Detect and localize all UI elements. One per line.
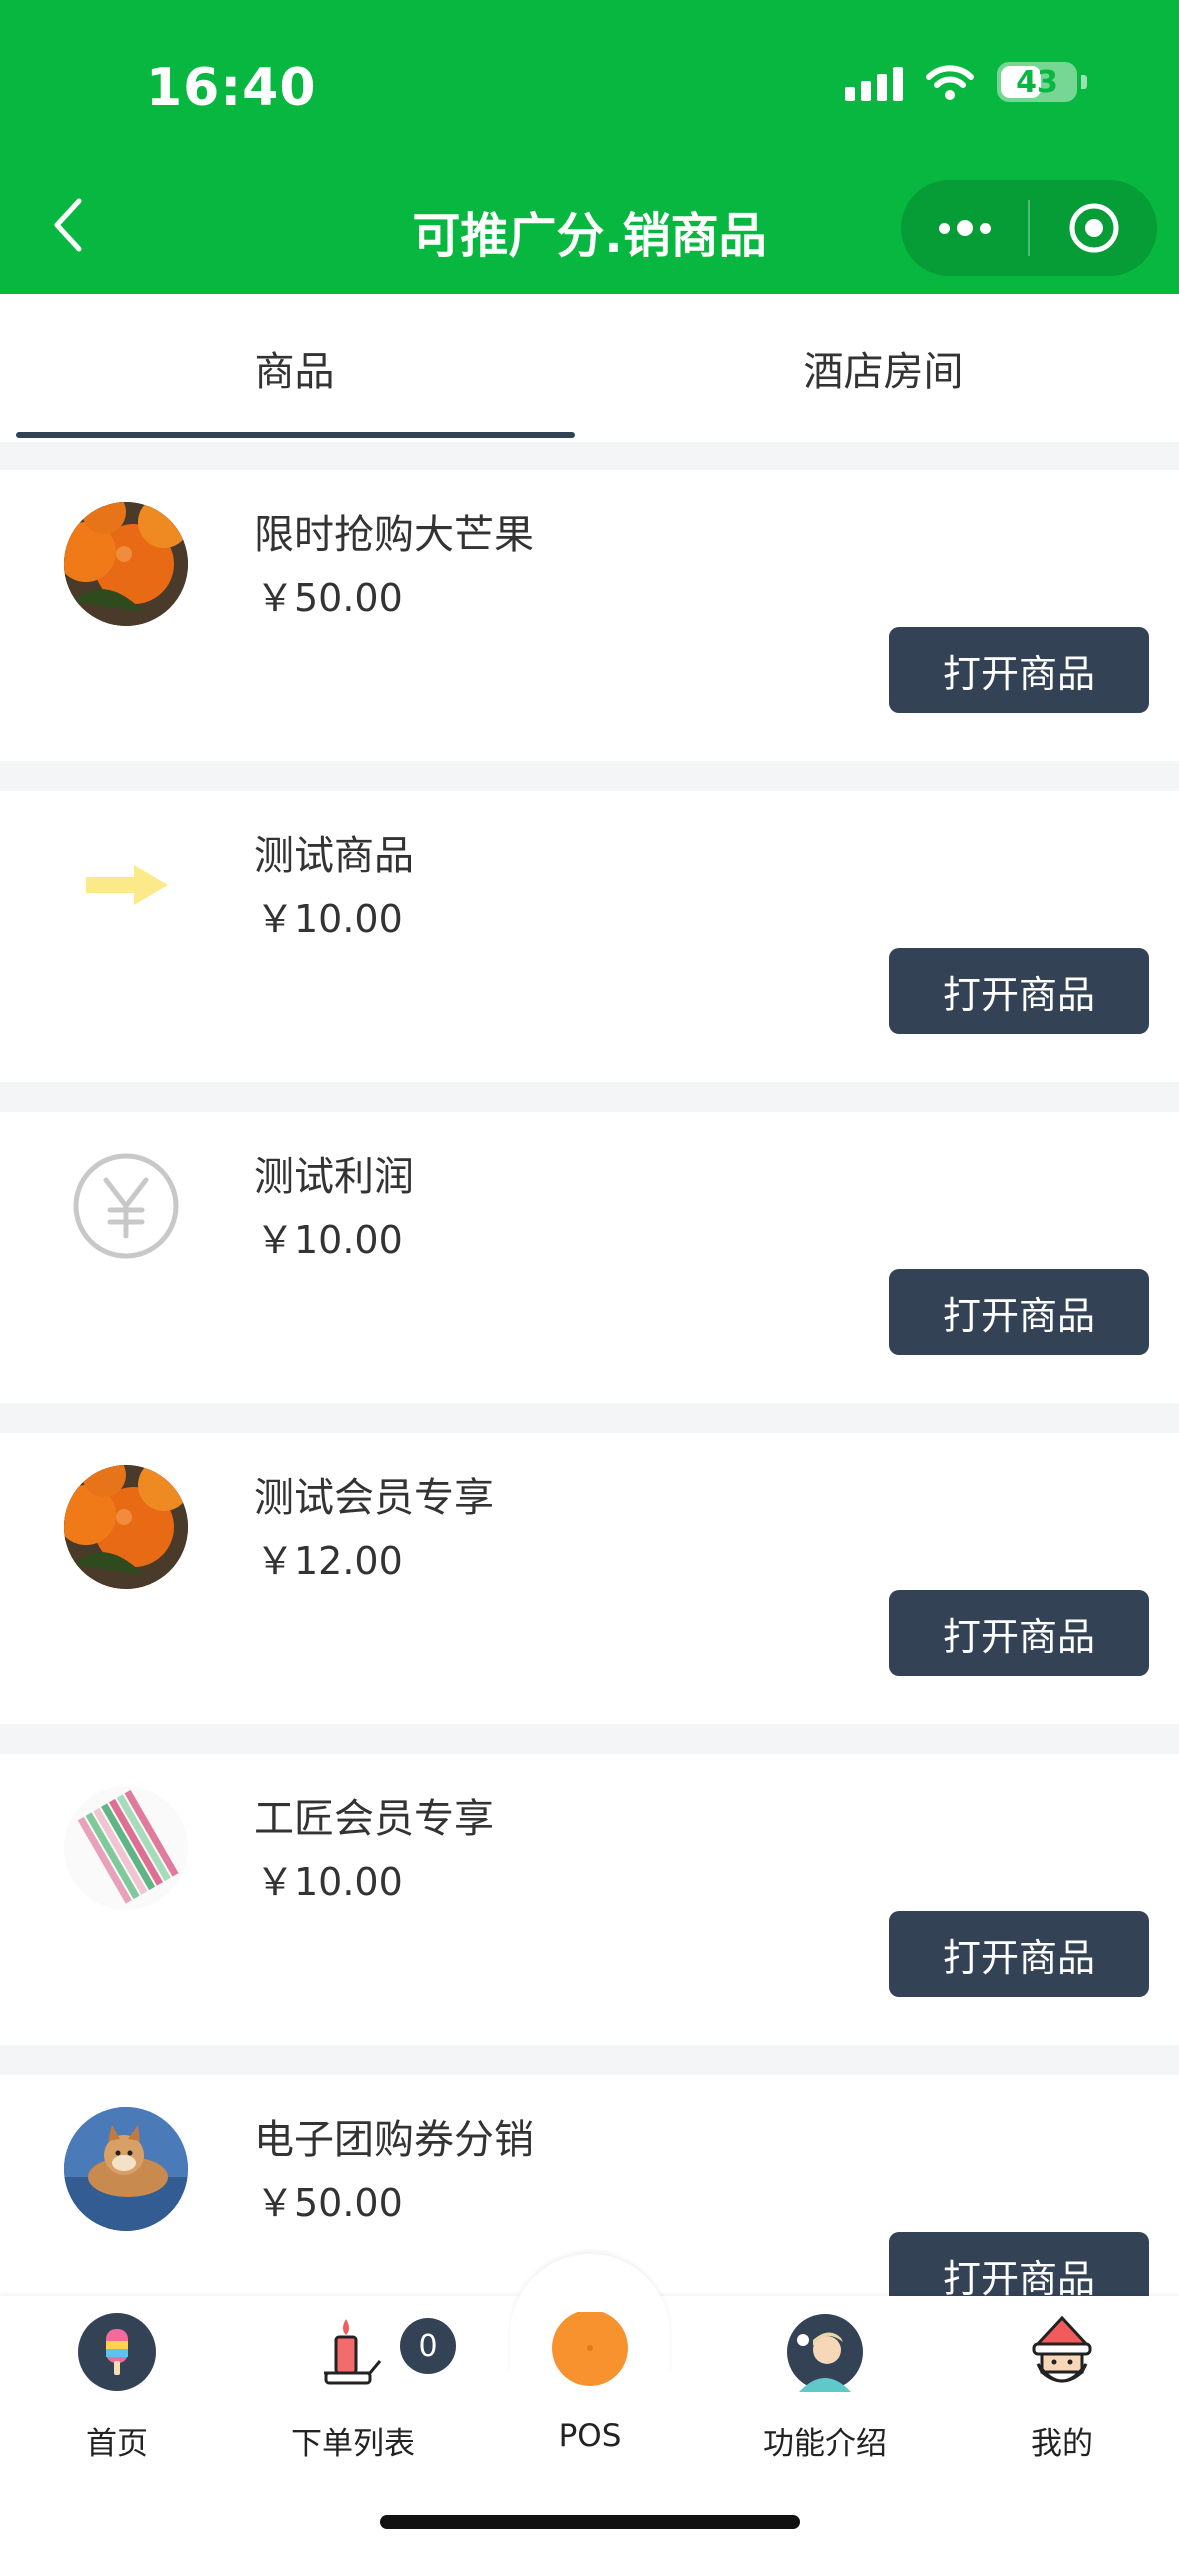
dog-photo [64, 2107, 188, 2231]
status-time: 16:40 [146, 58, 317, 118]
yen-icon [64, 1144, 188, 1268]
product-card: 测试商品 ￥10.00 打开商品 [0, 791, 1179, 1082]
product-price: ￥10.00 [256, 1860, 403, 1904]
product-price: ￥12.00 [256, 1539, 403, 1583]
signal-icon [845, 63, 903, 101]
product-price: ￥50.00 [256, 576, 403, 620]
order-count-badge: 0 [400, 2318, 456, 2374]
home-indicator [380, 2515, 800, 2529]
header: 16:40 43 可推广分.销商品 [0, 0, 1179, 294]
open-product-button[interactable]: 打开商品 [889, 1269, 1149, 1355]
oranges-photo [64, 1465, 188, 1589]
popsicle-icon [77, 2312, 157, 2392]
open-product-button[interactable]: 打开商品 [889, 1911, 1149, 1997]
oranges-photo [64, 502, 188, 626]
wifi-icon [926, 65, 974, 100]
more-dots-icon [938, 220, 991, 236]
product-card: 测试会员专享 ￥12.00 打开商品 [0, 1433, 1179, 1724]
tabbar-label: 下单列表 [291, 2426, 415, 2462]
tabbar-label: 我的 [1031, 2426, 1093, 2462]
product-name: 限时抢购大芒果 [254, 512, 534, 558]
tabbar-item-mine[interactable]: 我的 [962, 2312, 1162, 2463]
product-name: 测试商品 [254, 833, 414, 879]
santa-icon [1022, 2312, 1102, 2392]
person-avatar-icon [785, 2312, 865, 2392]
tab-products[interactable]: 商品 [0, 294, 589, 442]
arrow-right-icon [64, 823, 188, 947]
tabbar-item-pos[interactable]: POS [490, 2312, 690, 2454]
product-name: 工匠会员专享 [254, 1796, 494, 1842]
orange-dot-icon [550, 2312, 630, 2392]
pencils-photo [64, 1786, 188, 1910]
tab-hotel-rooms[interactable]: 酒店房间 [589, 294, 1178, 442]
product-name: 测试会员专享 [254, 1475, 494, 1521]
battery-level: 43 [1016, 64, 1058, 100]
product-price: ￥10.00 [256, 1218, 403, 1262]
product-price: ￥50.00 [256, 2181, 403, 2225]
tabbar-label: 首页 [86, 2426, 148, 2462]
tabbar-label: 功能介绍 [763, 2426, 887, 2462]
more-button[interactable] [901, 180, 1028, 276]
open-product-button[interactable]: 打开商品 [889, 1590, 1149, 1676]
product-name: 电子团购券分销 [254, 2117, 534, 2163]
tabbar-item-home[interactable]: 首页 [17, 2312, 217, 2463]
open-product-button[interactable]: 打开商品 [889, 948, 1149, 1034]
mini-program-capsule [901, 180, 1157, 276]
candle-icon [313, 2312, 393, 2392]
battery-icon: 43 [997, 62, 1077, 102]
target-close-icon [1069, 203, 1118, 253]
tabbar-item-features[interactable]: 功能介绍 [725, 2312, 925, 2463]
product-price: ￥10.00 [256, 897, 403, 941]
status-icons: 43 [845, 62, 1087, 102]
product-name: 测试利润 [254, 1154, 414, 1200]
tabbar-label: POS [558, 2418, 622, 2454]
category-tabs: 商品 酒店房间 [0, 294, 1179, 442]
product-card: 工匠会员专享 ￥10.00 打开商品 [0, 1754, 1179, 2045]
product-card: 限时抢购大芒果 ￥50.00 打开商品 [0, 470, 1179, 761]
product-card: 测试利润 ￥10.00 打开商品 [0, 1112, 1179, 1403]
close-mini-program-button[interactable] [1030, 180, 1157, 276]
open-product-button[interactable]: 打开商品 [889, 627, 1149, 713]
